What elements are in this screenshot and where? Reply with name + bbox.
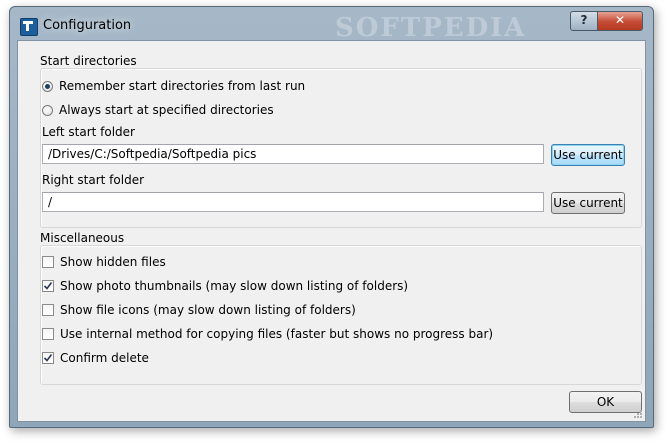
miscellaneous-title: Miscellaneous [40,231,125,245]
radio-remember-start-dirs[interactable]: Remember start directories from last run [42,78,305,94]
configuration-dialog: Configuration SOFTPEDIA ? ✕ Start direct… [9,6,654,428]
checkbox-confirm-delete[interactable]: Confirm delete [42,350,149,366]
help-button[interactable]: ? [570,11,598,31]
checkbox-label: Show hidden files [60,255,166,269]
checkbox[interactable] [42,304,54,316]
app-icon [20,18,38,36]
checkbox-show-photo-thumbnails[interactable]: Show photo thumbnails (may slow down lis… [42,278,408,294]
checkmark-icon [43,354,53,362]
right-use-current-button[interactable]: Use current [551,192,625,214]
window-title: Configuration [43,18,132,33]
close-button[interactable]: ✕ [597,11,643,31]
checkbox[interactable] [42,328,54,340]
checkbox[interactable] [42,280,54,292]
checkbox[interactable] [42,256,54,268]
checkbox-show-hidden-files[interactable]: Show hidden files [42,254,166,270]
radio-always-start-specified[interactable]: Always start at specified directories [42,102,274,118]
title-bar[interactable]: Configuration SOFTPEDIA ? ✕ [10,7,653,43]
radio-button[interactable] [42,104,53,116]
start-directories-title: Start directories [40,54,137,68]
resize-grip[interactable] [633,409,643,419]
close-icon: ✕ [614,13,626,27]
ok-button[interactable]: OK [569,391,642,413]
left-use-current-button[interactable]: Use current [551,144,625,166]
watermark: SOFTPEDIA [335,13,527,43]
checkbox-label: Show file icons (may slow down listing o… [60,303,356,317]
radio-button[interactable] [42,80,53,92]
checkbox-show-file-icons[interactable]: Show file icons (may slow down listing o… [42,302,356,318]
checkbox[interactable] [42,352,54,364]
radio-label: Always start at specified directories [59,103,274,117]
help-icon: ? [580,13,588,27]
checkbox-label: Show photo thumbnails (may slow down lis… [60,279,409,293]
checkbox-label: Confirm delete [60,351,149,365]
checkbox-internal-copy-method[interactable]: Use internal method for copying files (f… [42,326,493,342]
checkbox-label: Use internal method for copying files (f… [60,327,494,341]
right-start-folder-input[interactable] [42,192,544,212]
left-start-folder-input[interactable] [42,144,544,164]
checkmark-icon [43,282,53,290]
right-start-folder-label: Right start folder [42,173,145,187]
left-start-folder-label: Left start folder [42,125,135,139]
radio-label: Remember start directories from last run [59,79,306,93]
dialog-client-area: Start directories Remember start directo… [17,40,646,422]
